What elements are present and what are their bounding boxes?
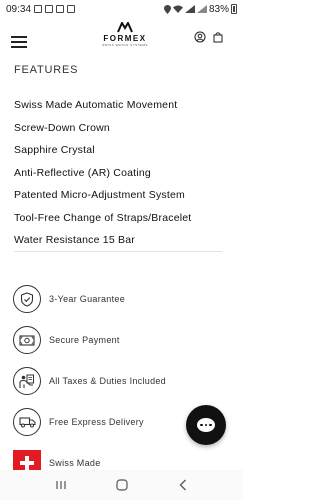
location-icon xyxy=(163,4,171,14)
recent-apps-icon[interactable] xyxy=(51,475,71,495)
benefit-label: Swiss Made xyxy=(49,458,101,468)
benefit-delivery: Free Express Delivery xyxy=(13,402,166,442)
feature-item: Anti-Reflective (AR) Coating xyxy=(14,166,151,179)
download-notification-icon xyxy=(67,5,76,13)
signal-icon xyxy=(184,5,195,13)
signal-2-icon xyxy=(196,5,207,13)
notification-icon xyxy=(34,5,43,13)
benefit-guarantee: 3-Year Guarantee xyxy=(13,279,166,319)
brand-tagline: SWISS WATCH SYSTEMS xyxy=(102,43,148,47)
benefits-list: 3-Year Guarantee Secure Payment All Taxe… xyxy=(13,279,166,484)
benefit-label: Free Express Delivery xyxy=(49,417,144,427)
site-header: FORMEX SWISS WATCH SYSTEMS xyxy=(0,18,243,66)
status-right: 83% xyxy=(163,3,237,15)
features-heading: FEATURES xyxy=(14,64,79,76)
feature-item: Patented Micro-Adjustment System xyxy=(14,189,185,201)
status-bar: 09:34 83% xyxy=(0,0,243,18)
message-notification-icon xyxy=(56,5,65,13)
wifi-icon xyxy=(172,5,183,13)
status-left: 09:34 xyxy=(6,3,76,15)
back-icon[interactable] xyxy=(173,475,193,495)
battery-icon xyxy=(231,4,237,14)
system-nav-bar xyxy=(0,470,243,500)
cart-icon[interactable] xyxy=(212,31,224,43)
benefit-label: Secure Payment xyxy=(49,335,120,345)
menu-icon[interactable] xyxy=(11,36,27,48)
features-list: Swiss Made Automatic Movement Screw-Down… xyxy=(14,96,191,254)
status-time: 09:34 xyxy=(6,3,32,15)
brand-name: FORMEX xyxy=(103,34,147,43)
gallery-notification-icon xyxy=(45,5,54,13)
feature-item: Swiss Made Automatic Movement xyxy=(14,99,178,111)
account-icon[interactable] xyxy=(194,31,206,43)
feature-item: Sapphire Crystal xyxy=(14,144,95,156)
benefit-secure-payment: Secure Payment xyxy=(13,320,166,360)
formex-logo-icon xyxy=(117,22,133,33)
truck-icon xyxy=(13,408,41,436)
battery-percent: 83% xyxy=(208,3,229,15)
taxes-icon xyxy=(13,367,41,395)
header-actions xyxy=(194,31,224,43)
feature-item: Screw-Down Crown xyxy=(14,121,110,134)
chat-icon xyxy=(197,418,215,432)
benefit-label: 3-Year Guarantee xyxy=(49,294,126,304)
shield-check-icon xyxy=(13,285,41,313)
chat-button[interactable] xyxy=(186,405,226,445)
home-icon[interactable] xyxy=(112,475,132,495)
benefit-taxes: All Taxes & Duties Included xyxy=(13,361,166,401)
benefit-label: All Taxes & Duties Included xyxy=(49,376,166,386)
banknote-icon xyxy=(13,326,41,354)
feature-item: Tool-Free Change of Straps/Bracelet xyxy=(14,211,192,224)
section-divider xyxy=(14,251,222,252)
brand-logo[interactable]: FORMEX SWISS WATCH SYSTEMS xyxy=(95,22,155,62)
